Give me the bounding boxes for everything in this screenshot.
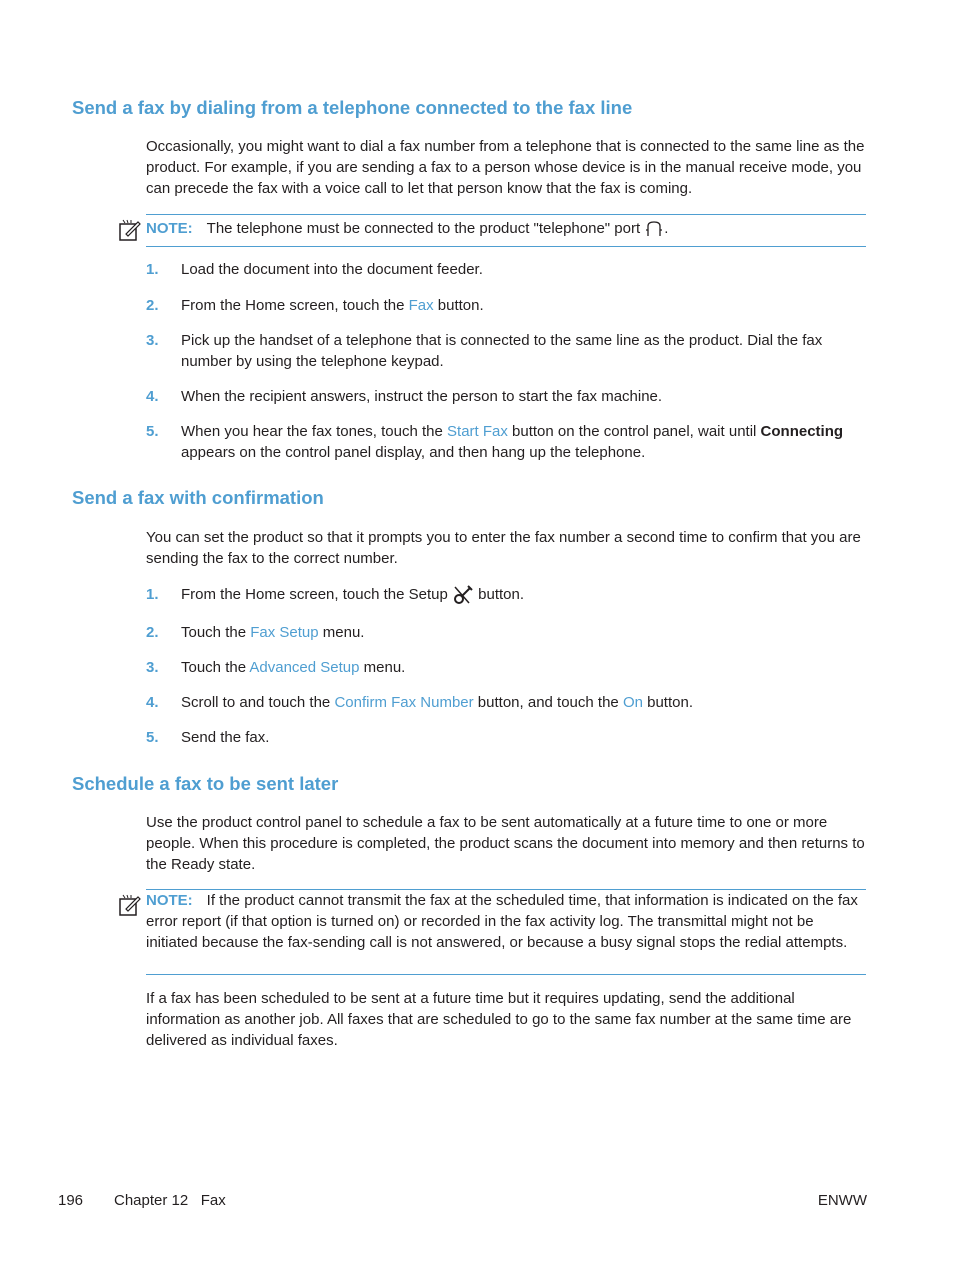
note-label: NOTE: [146,220,193,237]
note-icon [118,219,144,241]
advanced-setup-link[interactable]: Advanced Setup [249,659,359,676]
section-heading-dial-from-telephone: Send a fax by dialing from a telephone c… [72,97,633,118]
setup-icon [452,585,474,605]
confirm-fax-number-link[interactable]: Confirm Fax Number [334,694,473,711]
note-icon [118,894,144,916]
section2-intro: You can set the product so that it promp… [146,529,861,567]
page-number: 196 [58,1192,84,1209]
note-text: The telephone must be connected to the p… [206,220,641,237]
telephone-port-icon [644,220,664,237]
section3-intro: Use the product control panel to schedul… [146,814,865,873]
note-label: NOTE: [146,892,193,909]
fax-link[interactable]: Fax [409,297,434,314]
fax-setup-link[interactable]: Fax Setup [250,624,318,641]
start-fax-link[interactable]: Start Fax [447,423,508,440]
section-heading-schedule: Schedule a fax to be sent later [72,773,339,794]
footer-code: ENWW [817,1192,867,1209]
section1-intro: Occasionally, you might want to dial a f… [146,138,865,197]
section-heading-confirmation: Send a fax with confirmation [72,487,324,508]
section3-outro: If a fax has been scheduled to be sent a… [146,990,852,1049]
note-telephone-port: NOTE: The telephone must be connected to … [116,214,866,247]
note-text: If the product cannot transmit the fax a… [146,892,858,951]
note-scheduled-fax: NOTE: If the product cannot transmit the … [116,889,866,975]
chapter-label: Chapter 12 Fax [114,1192,226,1209]
on-link[interactable]: On [623,694,643,711]
